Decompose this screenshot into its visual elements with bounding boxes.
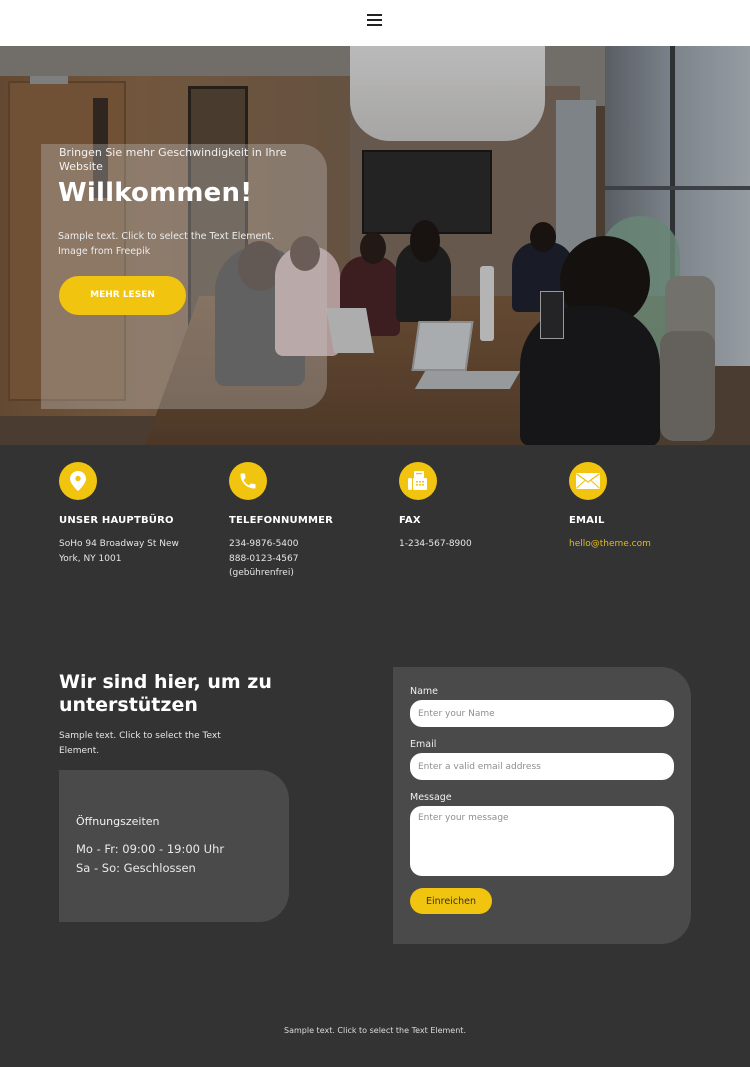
weekend-hours: Sa - So: Geschlossen — [76, 861, 196, 875]
phone-icon — [229, 462, 267, 500]
submit-button[interactable]: Einreichen — [410, 888, 492, 914]
info-label: EMAIL — [569, 515, 605, 526]
email-input[interactable] — [410, 753, 674, 780]
toll-free-note: (gebührenfrei) — [229, 568, 294, 578]
address-line-2: York, NY 1001 — [59, 553, 122, 564]
hero-text: Sample text. Click to select the Text El… — [58, 231, 275, 257]
email-label: Email — [410, 739, 437, 750]
info-label: FAX — [399, 515, 421, 526]
envelope-icon — [569, 462, 607, 500]
message-textarea[interactable] — [410, 806, 674, 876]
info-fax: FAX 1-234-567-8900 — [399, 462, 569, 552]
opening-hours-title: Öffnungszeiten — [76, 815, 160, 828]
phone-number-1: 234-9876-5400 — [229, 539, 299, 549]
site-header — [0, 0, 750, 46]
info-label: TELEFONNUMMER — [229, 515, 334, 526]
info-value: 234-9876-5400 888-0123-4567 (gebührenfre… — [229, 537, 399, 581]
hero-subtitle: Bringen Sie mehr Geschwindigkeit in Ihre… — [59, 146, 287, 173]
support-title: Wir sind hier, um zu unterstützen — [59, 671, 272, 716]
info-phone: TELEFONNUMMER 234-9876-5400 888-0123-456… — [229, 462, 399, 581]
name-label: Name — [410, 686, 439, 697]
info-label: UNSER HAUPTBÜRO — [59, 515, 174, 526]
hamburger-menu-icon[interactable] — [367, 14, 382, 28]
info-office: UNSER HAUPTBÜRO SoHo 94 Broadway St New … — [59, 462, 229, 566]
fax-icon — [399, 462, 437, 500]
info-email: EMAIL hello@theme.com — [569, 462, 739, 552]
hero-title: Willkommen! — [58, 178, 253, 208]
message-label: Message — [410, 792, 452, 803]
name-input[interactable] — [410, 700, 674, 727]
info-value: SoHo 94 Broadway St New York, NY 1001 — [59, 537, 229, 566]
address-line-1: SoHo 94 Broadway St New — [59, 539, 179, 549]
phone-number-2: 888-0123-4567 — [229, 553, 299, 564]
info-value: 1-234-567-8900 — [399, 537, 569, 552]
fax-number: 1-234-567-8900 — [399, 539, 472, 549]
read-more-button[interactable]: MEHR LESEN — [59, 276, 186, 315]
support-text: Sample text. Click to select the Text El… — [59, 731, 221, 756]
location-pin-icon — [59, 462, 97, 500]
contact-form: Name Email Message Einreichen — [393, 667, 691, 944]
opening-hours-card: Öffnungszeiten Mo - Fr: 09:00 - 19:00 Uh… — [59, 770, 289, 922]
weekday-hours: Mo - Fr: 09:00 - 19:00 Uhr — [76, 842, 225, 856]
footer-text: Sample text. Click to select the Text El… — [284, 1026, 466, 1035]
email-link[interactable]: hello@theme.com — [569, 537, 739, 552]
